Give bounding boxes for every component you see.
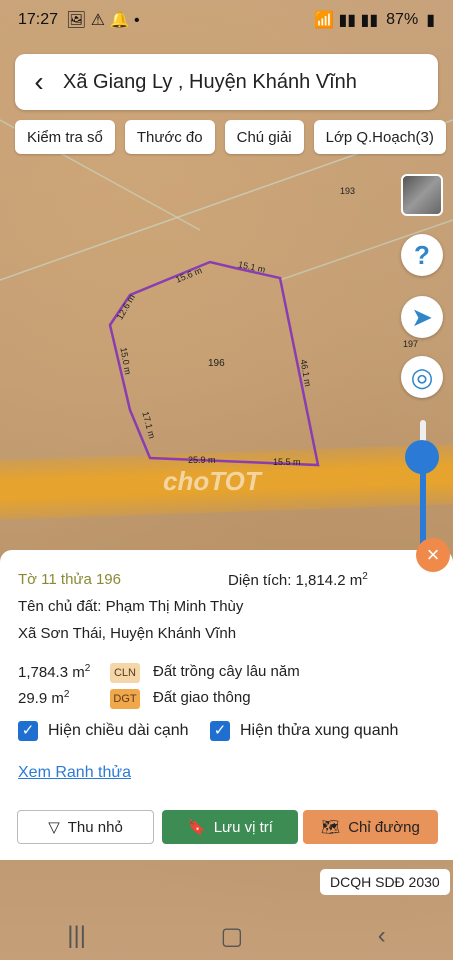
- toolbar: Kiểm tra sổ Thước đo Chú giải Lớp Q.Hoạc…: [15, 120, 446, 154]
- edge-length-label: 25.9 m: [188, 455, 216, 465]
- bookmark-icon: 🔖: [187, 819, 206, 836]
- land-use-row: 29.9 m2 DGT Đất giao thông: [18, 689, 438, 709]
- parcel-number-label: 196: [208, 358, 225, 369]
- opacity-slider-knob[interactable]: [405, 440, 439, 474]
- land-use-row: 1,784.3 m2 CLN Đất trồng cây lâu năm: [18, 663, 438, 683]
- planning-layer-button[interactable]: Lớp Q.Hoạch(3): [313, 120, 446, 154]
- help-icon[interactable]: ?: [401, 234, 443, 276]
- save-location-label: Lưu vị trí: [213, 818, 273, 836]
- land-use-description: Đất giao thông: [153, 689, 251, 706]
- signal-icons: 📶 ▮▮ ▮▮: [314, 12, 379, 29]
- area-info: Diện tích: 1,814.2 m2: [228, 571, 368, 589]
- show-edge-lengths-toggle[interactable]: ✓ Hiện chiều dài cạnh: [18, 721, 189, 741]
- save-location-button[interactable]: 🔖 Lưu vị trí: [162, 810, 298, 844]
- chevron-down-icon: ▽: [48, 819, 60, 836]
- compass-icon[interactable]: ➤: [401, 296, 443, 338]
- land-use-code-badge: DGT: [110, 689, 140, 709]
- edge-length-label: 15.5 m: [273, 457, 301, 467]
- battery-level: 87%: [386, 11, 419, 28]
- area-label: Diện tích:: [228, 572, 292, 589]
- directions-button[interactable]: 🗺 Chỉ đường: [303, 810, 438, 844]
- show-neighbors-toggle[interactable]: ✓ Hiện thửa xung quanh: [210, 721, 398, 741]
- neighbor-label-197: 197: [403, 339, 419, 349]
- collapse-button[interactable]: ▽ Thu nhỏ: [17, 810, 154, 844]
- parcel-id: Tờ 11 thửa 196: [18, 571, 121, 588]
- land-use-area-exponent: 2: [63, 689, 70, 700]
- location-header: ‹ Xã Giang Ly , Huyện Khánh Vĩnh: [15, 54, 438, 110]
- map-icon: 🗺: [321, 819, 341, 836]
- directions-label: Chỉ đường: [348, 818, 420, 836]
- watermark-logo: choTOT: [163, 466, 261, 496]
- back-icon[interactable]: ‹: [378, 922, 386, 950]
- area-value: 1,814.2 m: [295, 572, 363, 589]
- view-boundary-link[interactable]: Xem Ranh thửa: [18, 764, 131, 782]
- collapse-label: Thu nhỏ: [67, 818, 123, 836]
- land-use-area: 1,784.3 m: [18, 664, 85, 681]
- check-book-button[interactable]: Kiểm tra sổ: [15, 120, 115, 154]
- system-nav-bar: ||| ▢ ‹: [0, 912, 453, 960]
- land-use-area: 29.9 m: [18, 690, 64, 707]
- area-unit-exponent: 2: [362, 571, 368, 582]
- legend-button[interactable]: Chú giải: [224, 120, 304, 154]
- battery-icon: ▮: [426, 12, 435, 29]
- owner-label: Tên chủ đất:: [18, 598, 102, 615]
- owner-address: Xã Sơn Thái, Huyện Khánh Vĩnh: [18, 625, 237, 642]
- checkbox-checked-icon[interactable]: ✓: [18, 721, 38, 741]
- recent-apps-icon[interactable]: |||: [67, 922, 86, 950]
- status-bar: 17:27 🖼 ⚠ 🔔 • 📶 ▮▮ ▮▮ 87% ▮: [0, 0, 453, 40]
- show-edge-lengths-label: Hiện chiều dài cạnh: [48, 722, 189, 740]
- owner-row: Tên chủ đất: Phạm Thị Minh Thùy: [18, 598, 243, 615]
- notification-icons: 🖼 ⚠ 🔔 •: [66, 12, 140, 29]
- back-arrow-icon[interactable]: ‹: [15, 54, 63, 110]
- header-title: Xã Giang Ly , Huyện Khánh Vĩnh: [63, 70, 357, 93]
- neighbor-label-193: 193: [340, 186, 356, 196]
- planning-layer-tag: DCQH SDĐ 2030: [320, 869, 450, 895]
- land-use-code-badge: CLN: [110, 663, 140, 683]
- close-icon[interactable]: ×: [416, 538, 450, 572]
- land-use-area-exponent: 2: [84, 663, 91, 674]
- land-use-description: Đất trồng cây lâu năm: [153, 663, 300, 680]
- owner-name: Phạm Thị Minh Thùy: [105, 598, 244, 615]
- base-layer-thumbnail[interactable]: [401, 174, 443, 216]
- show-neighbors-label: Hiện thửa xung quanh: [240, 722, 399, 740]
- checkbox-checked-icon[interactable]: ✓: [210, 721, 230, 741]
- home-icon[interactable]: ▢: [221, 922, 244, 951]
- ruler-button[interactable]: Thước đo: [124, 120, 215, 154]
- my-location-icon[interactable]: ◎: [401, 356, 443, 398]
- clock: 17:27: [18, 11, 59, 28]
